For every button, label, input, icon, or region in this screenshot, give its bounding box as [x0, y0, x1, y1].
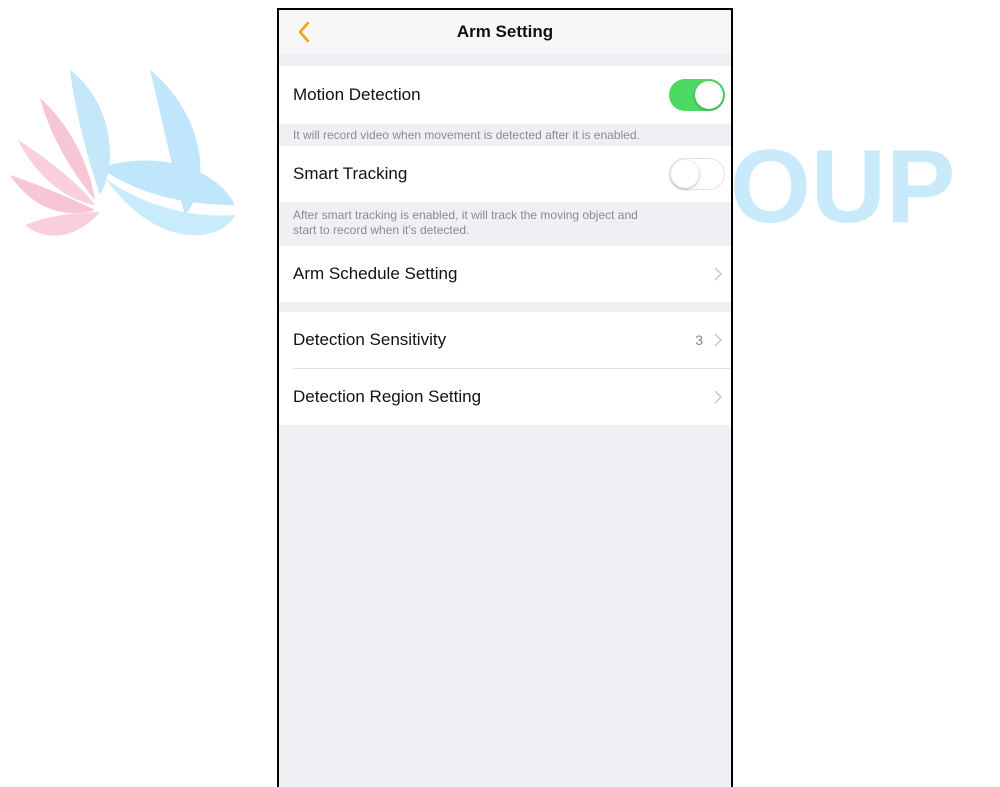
schedule-group: Arm Schedule Setting	[279, 246, 731, 302]
smart-tracking-row: Smart Tracking	[279, 146, 731, 202]
chevron-right-icon	[714, 333, 723, 347]
smart-tracking-note-line-1: After smart tracking is enabled, it will…	[293, 208, 638, 222]
navigation-bar: Arm Setting	[279, 10, 731, 54]
page-title: Arm Setting	[456, 22, 554, 41]
row-accessory	[713, 390, 731, 404]
smart-tracking-toggle[interactable]	[669, 158, 725, 190]
chevron-left-icon	[298, 21, 310, 43]
toggle-knob	[695, 81, 723, 109]
arm-schedule-setting-row[interactable]: Arm Schedule Setting	[279, 246, 731, 302]
chevron-right-icon	[714, 390, 723, 404]
row-accessory	[713, 267, 731, 281]
toggle-knob	[671, 159, 699, 188]
detection-group: Detection Sensitivity 3 Detection Region…	[279, 312, 731, 425]
back-button[interactable]	[297, 18, 321, 46]
detection-region-setting-row[interactable]: Detection Region Setting	[279, 369, 731, 425]
motion-detection-group: Motion Detection	[279, 66, 731, 124]
motion-detection-toggle[interactable]	[669, 79, 725, 111]
smart-tracking-note: After smart tracking is enabled, it will…	[279, 202, 731, 246]
watermark-text: OUP	[730, 129, 955, 245]
watermark-fan-icon	[10, 70, 235, 236]
arm-schedule-setting-label: Arm Schedule Setting	[293, 264, 458, 283]
detection-sensitivity-row[interactable]: Detection Sensitivity 3	[279, 312, 731, 368]
row-accessory: 3	[695, 332, 731, 348]
motion-detection-label: Motion Detection	[293, 85, 421, 104]
smart-tracking-group: Smart Tracking	[279, 146, 731, 202]
detection-sensitivity-label: Detection Sensitivity	[293, 330, 447, 349]
smart-tracking-note-line-2: start to record when it's detected.	[293, 223, 470, 237]
detection-region-setting-label: Detection Region Setting	[293, 387, 482, 406]
chevron-right-icon	[714, 267, 723, 281]
motion-detection-row: Motion Detection	[279, 66, 731, 124]
detection-sensitivity-value: 3	[695, 332, 703, 348]
phone-screen: Arm Setting Motion Detection It will rec…	[277, 8, 733, 787]
motion-detection-note: It will record video when movement is de…	[293, 128, 640, 142]
smart-tracking-label: Smart Tracking	[293, 164, 408, 183]
